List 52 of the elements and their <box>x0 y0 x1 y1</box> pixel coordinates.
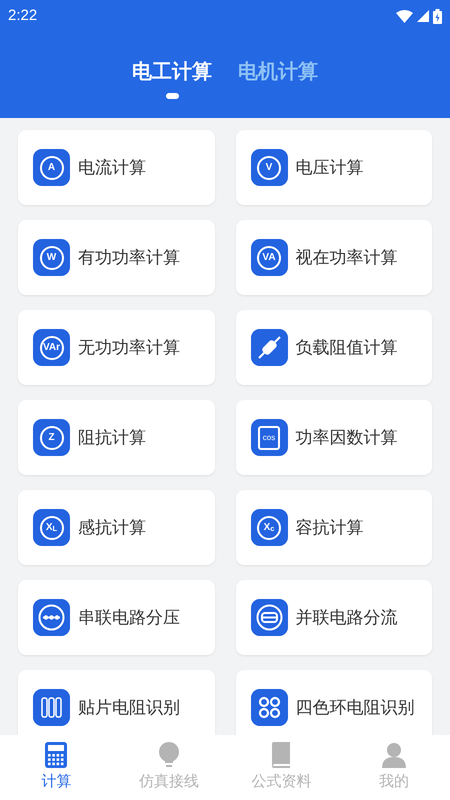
tool-card[interactable]: 并联电路分流 <box>236 580 432 655</box>
card-label: 串联电路分压 <box>78 606 180 629</box>
tab[interactable]: 电工计算 <box>132 62 212 82</box>
card-label: 电压计算 <box>296 156 364 179</box>
card-label: 四色环电阻识别 <box>296 696 414 719</box>
card-label: 无功功率计算 <box>78 336 180 359</box>
resistor-icon <box>250 329 288 366</box>
series-circuit-icon <box>33 599 70 636</box>
chip-resistor-icon <box>33 689 70 726</box>
card-label: 感抗计算 <box>78 516 146 539</box>
card-label: 负载阻值计算 <box>296 336 398 359</box>
card-label: 阻抗计算 <box>78 426 146 449</box>
wifi-icon <box>396 10 413 22</box>
card-label: 电流计算 <box>78 156 146 179</box>
card-label: 贴片电阻识别 <box>78 696 180 719</box>
tool-card[interactable]: Z 阻抗计算 <box>18 400 214 475</box>
calculator-icon <box>44 742 68 768</box>
tool-card[interactable]: W 有功功率计算 <box>18 220 214 295</box>
card-label: 容抗计算 <box>296 516 364 539</box>
card-label: 视在功率计算 <box>296 246 398 269</box>
tool-card[interactable]: cos 功率因数计算 <box>236 400 432 475</box>
letter-icon: VA <box>250 239 288 276</box>
nav-tab[interactable]: 计算 <box>0 735 112 800</box>
tool-card[interactable]: 贴片电阻识别 <box>18 670 214 735</box>
letter-icon: V <box>250 149 288 186</box>
card-label: 功率因数计算 <box>296 426 398 449</box>
battery-icon <box>433 8 442 24</box>
tool-card[interactable]: VA 视在功率计算 <box>236 220 432 295</box>
letter-icon: cos <box>250 419 288 456</box>
status-time: 2:22 <box>8 6 38 26</box>
tool-card[interactable]: 串联电路分压 <box>18 580 214 655</box>
card-label: 有功功率计算 <box>78 246 180 269</box>
tool-card[interactable]: 负载阻值计算 <box>236 310 432 385</box>
letter-icon: A <box>33 149 70 186</box>
parallel-circuit-icon <box>250 599 288 636</box>
lightbulb-icon <box>156 742 181 768</box>
tool-card[interactable]: X$_{c}$ 容抗计算 <box>236 490 432 565</box>
signal-icon <box>417 10 429 22</box>
letter-icon: Z <box>33 419 70 456</box>
tab-indicator <box>166 93 178 99</box>
tool-card[interactable]: V 电压计算 <box>236 130 432 205</box>
person-icon <box>380 742 407 768</box>
color-rings-icon <box>250 689 288 726</box>
tool-card[interactable]: X$_{L}$ 感抗计算 <box>18 490 214 565</box>
tool-card[interactable]: 四色环电阻识别 <box>236 670 432 735</box>
letter-icon: X$_{c}$ <box>250 509 288 546</box>
letter-icon: X$_{L}$ <box>33 509 70 546</box>
letter-icon: W <box>33 239 70 276</box>
letter-icon: VAr <box>33 329 70 366</box>
card-label: 并联电路分流 <box>296 606 398 629</box>
tool-card[interactable]: A 电流计算 <box>18 130 214 205</box>
tool-card[interactable]: VAr 无功功率计算 <box>18 310 214 385</box>
